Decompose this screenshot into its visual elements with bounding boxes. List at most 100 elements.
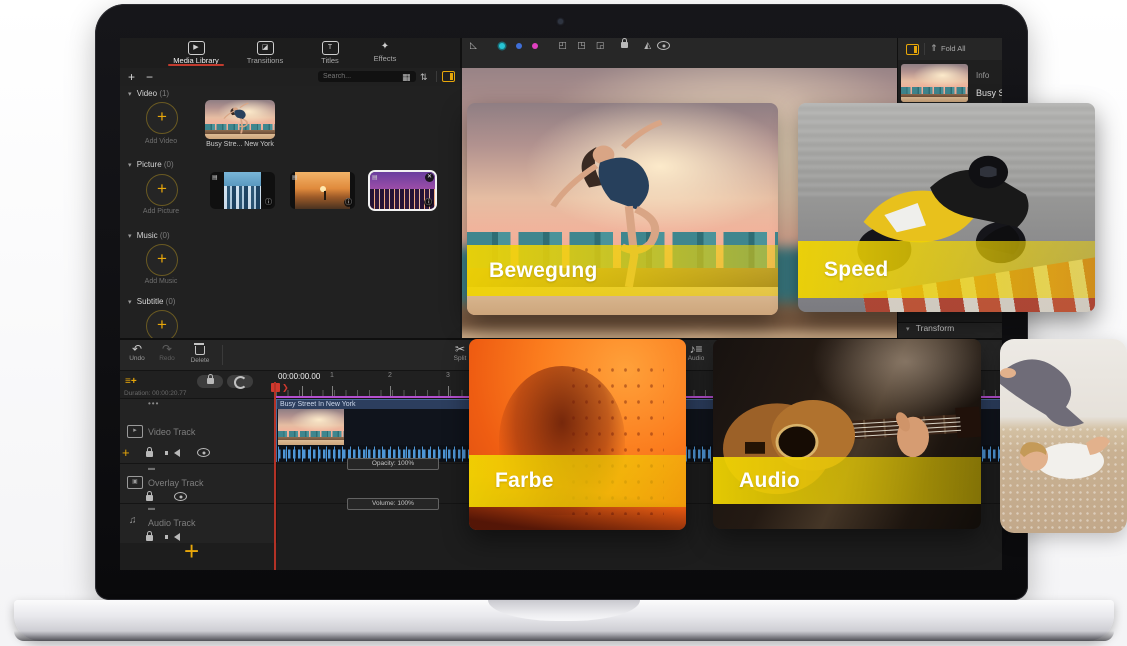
volume-badge[interactable]: Volume: 100% [347,498,439,510]
add-new-track-button[interactable]: + [184,536,199,567]
add-media-button[interactable]: + [128,70,135,84]
panel-icon[interactable] [906,44,919,55]
divider [924,43,925,55]
add-video-label: Add Video [126,138,196,145]
ruler-number: 1 [326,372,338,379]
eye-icon[interactable] [657,41,670,50]
section-header-subtitle[interactable]: ▾ Subtitle (0) [128,297,175,306]
track-menu-icon[interactable]: ••• [148,399,159,408]
section-name: Music [137,231,158,240]
picture-thumbnail-sunset[interactable]: ▤ ⓘ [290,172,355,209]
info-icon[interactable]: ⓘ [424,198,433,207]
track-handle-icon: ▬ [148,465,155,472]
chevron-down-icon: ▾ [906,326,910,333]
section-header-video[interactable]: ▾ Video (1) [128,89,169,98]
laptop-base-edge [14,631,1114,641]
library-tabbar: ▶ Media Library ◪ Transitions T Titles ✦… [120,38,460,68]
picture-thumbnail-city-night-selected[interactable]: ▤ ✕ ⓘ [370,172,435,209]
lock-icon[interactable] [621,42,628,48]
redo-label: Redo [159,355,175,362]
lock-icon[interactable] [146,535,153,541]
add-picture-label: Add Picture [126,208,196,215]
pointer-tool-icon[interactable]: ◲ [596,40,605,51]
color-card-band: Farbe [469,455,686,507]
playhead-line[interactable] [274,382,276,570]
playhead-arrow: ❯ [282,383,289,392]
feature-card-color: Farbe [469,339,686,530]
close-icon[interactable]: ✕ [425,173,434,182]
tab-media-library[interactable]: ▶ Media Library [164,38,228,66]
lock-icon[interactable] [146,451,153,457]
picture-thumbnail-city-day[interactable]: ▤ ⓘ [210,172,275,209]
transform-row[interactable]: ▾ Transform [898,322,1002,338]
mixer-icon: ♪≡ [682,343,710,355]
chevron-down-icon: ▾ [128,233,132,240]
video-track-controls[interactable] [146,447,219,459]
ruler-number: 2 [384,372,396,379]
undo-label: Undo [129,355,145,362]
tab-transitions[interactable]: ◪ Transitions [233,38,297,66]
selected-clip-thumbnail[interactable] [901,64,968,102]
section-count: (1) [159,89,169,98]
remove-media-button[interactable]: − [146,70,153,84]
video-thumbnail[interactable] [205,100,275,139]
overlay-track-controls[interactable] [146,491,196,503]
clip-name: Busy Street In New York [976,88,1002,98]
opacity-badge[interactable]: Opacity: 100% [347,458,439,470]
playhead-flag[interactable] [271,383,280,392]
titles-icon: T [322,41,339,55]
info-icon[interactable]: ⓘ [264,198,273,207]
speaker-icon[interactable] [174,533,180,541]
section-count: (0) [160,231,170,240]
section-count: (0) [164,160,174,169]
toolbar-divider [436,71,437,82]
add-picture-button[interactable]: + [146,174,178,206]
audio-mixer-button[interactable]: ♪≡ Audio [682,343,710,362]
redo-button[interactable]: ↷ Redo [154,343,180,362]
city-day-image [224,172,261,209]
color-card-label: Farbe [495,469,554,493]
music-note-icon: ♫ [129,515,137,526]
select-tool-icon[interactable]: ◰ [558,40,567,51]
section-header-picture[interactable]: ▾ Picture (0) [128,160,174,169]
section-name: Picture [137,160,162,169]
eye-icon[interactable] [197,448,210,457]
motion-card-label: Bewegung [489,259,598,283]
tab-label: Titles [321,56,339,65]
info-icon[interactable]: ⓘ [344,198,353,207]
add-music-button[interactable]: + [146,244,178,276]
clip-thumbnail [278,409,344,445]
ruler-tool-icon[interactable]: ◺ [470,40,477,51]
transitions-icon: ◪ [257,41,274,55]
section-header-music[interactable]: ▾ Music (0) [128,231,170,240]
speed-card-band: Speed [798,241,1095,298]
audio-track-controls[interactable] [146,531,189,543]
marker-magenta-icon[interactable] [532,43,538,49]
clip-info-label: Info [976,71,989,80]
laptop-webcam [558,19,563,24]
overlay-track-header: ▬ ▣ Overlay Track [120,464,277,503]
grid-view-icon[interactable]: ▦ [402,72,411,83]
tab-effects[interactable]: ✦ Effects [353,38,417,66]
audio-mixer-label: Audio [688,355,705,362]
panel-toggle-icon[interactable] [442,71,455,82]
speaker-icon[interactable] [174,449,180,457]
lock-all-button[interactable] [197,375,223,388]
media-library-panel: ▾ Video (1) + Add Video [120,86,460,338]
fold-all-icon[interactable]: ⇑ [930,43,938,54]
marker-blue-icon[interactable] [516,43,522,49]
delete-label: Delete [191,357,210,364]
snap-magnet-button[interactable] [227,375,253,388]
spray-tool-icon[interactable]: ◭ [644,40,651,51]
fold-all-label[interactable]: Fold All [941,44,966,53]
lock-icon[interactable] [146,495,153,501]
undo-button[interactable]: ↶ Undo [124,343,150,362]
add-track-icon[interactable]: ≡+ [125,376,137,387]
sort-icon[interactable]: ⇅ [420,72,428,83]
delete-button[interactable]: Delete [186,343,214,364]
crop-tool-icon[interactable]: ◳ [577,40,586,51]
add-track-plus-icon[interactable]: + [122,445,130,460]
marker-cyan-icon[interactable] [499,43,505,49]
eye-icon[interactable] [174,492,187,501]
add-video-button[interactable]: + [146,102,178,134]
